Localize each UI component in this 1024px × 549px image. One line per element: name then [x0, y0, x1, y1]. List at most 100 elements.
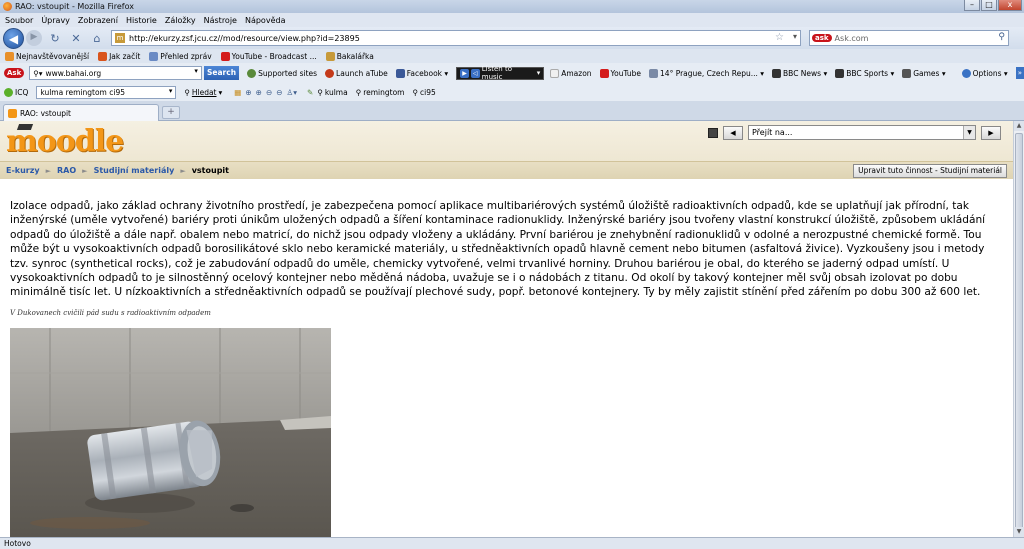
site-favicon: m	[115, 33, 125, 43]
ask-toolbar: Ask ⚲▾ www.bahai.org ▾ Search Supported …	[0, 63, 1024, 83]
person-icon[interactable]: ♙▾	[287, 88, 298, 97]
amazon-button[interactable]: Amazon	[550, 68, 592, 78]
ask-logo[interactable]: Ask	[4, 68, 25, 78]
tab-bar: RAO: vstoupit +	[0, 101, 1024, 121]
resource-text: Izolace odpadů, jako základ ochrany živo…	[10, 200, 986, 299]
jump-to-nav: ◀ Přejít na... ▼ ▶	[708, 125, 1001, 140]
search-button[interactable]: Search	[203, 66, 240, 80]
toolbar-overflow-icon[interactable]: »	[1015, 67, 1024, 79]
home-icon[interactable]: ⌂	[89, 30, 105, 46]
search-icon: ⚲	[184, 87, 190, 97]
menu-historie[interactable]: Historie	[126, 16, 157, 25]
maximize-button[interactable]: □	[981, 0, 997, 11]
bookmark-item[interactable]: Přehled zpráv	[149, 51, 212, 61]
magnifier-icon: ⚲	[355, 87, 362, 97]
zoom-out-icon[interactable]: ⊖	[266, 88, 272, 97]
breadcrumb-separator-icon: ►	[82, 166, 88, 175]
tag-remingtom[interactable]: ⚲ remingtom	[356, 88, 405, 97]
breadcrumb-ekurzy[interactable]: E-kurzy	[6, 166, 40, 175]
bookmark-item[interactable]: YouTube - Broadcast ...	[220, 51, 317, 61]
barrel-photo	[10, 328, 331, 537]
scroll-down-icon[interactable]: ▼	[1014, 527, 1024, 537]
menu-nastroje[interactable]: Nástroje	[204, 16, 237, 25]
edit-activity-button[interactable]: Upravit tuto činnost - Studijní materiál	[853, 164, 1007, 178]
magnifier-icon: ⚲	[317, 87, 323, 97]
chevron-down-icon[interactable]: ▾	[169, 87, 173, 95]
games-icon	[902, 68, 912, 78]
tab-rao-vstoupit[interactable]: RAO: vstoupit	[3, 104, 159, 121]
stop-icon[interactable]: ✕	[68, 30, 84, 46]
zoom-in-icon[interactable]: ⊕	[256, 88, 262, 97]
zoom-in-icon[interactable]: ⊕	[245, 88, 251, 97]
log-icon[interactable]	[708, 127, 718, 138]
next-activity-button[interactable]: ▶	[981, 125, 1001, 140]
url-dropdown-icon[interactable]: ▾	[793, 32, 797, 41]
scroll-up-icon[interactable]: ▲	[1014, 121, 1024, 131]
menu-napoveda[interactable]: Nápověda	[245, 16, 286, 25]
menu-soubor[interactable]: Soubor	[5, 16, 33, 25]
search-icon[interactable]: ⚲	[998, 32, 1005, 42]
supported-sites-button[interactable]: Supported sites	[247, 68, 317, 78]
menu-zalozky[interactable]: Záložky	[165, 16, 196, 25]
play-icon[interactable]: ▶	[460, 68, 469, 78]
pen-icon[interactable]: ✎	[307, 88, 313, 97]
games-button[interactable]: Games ▾	[902, 68, 946, 78]
page-content: moodle ◀ Přejít na... ▼ ▶ E-kurzy ► RAO ►…	[0, 121, 1013, 537]
title-bar: RAO: vstoupit - Mozilla Firefox – □ x	[0, 0, 1024, 13]
facebook-button[interactable]: Facebook ▾	[395, 68, 448, 78]
graduation-cap-icon	[16, 124, 34, 130]
chevron-down-icon[interactable]: ▼	[963, 126, 975, 139]
magnifier-icon: ⚲	[412, 87, 418, 97]
chevron-down-icon[interactable]: ▾	[537, 69, 541, 77]
forward-button[interactable]: ▶	[26, 30, 42, 46]
refresh-icon	[247, 68, 257, 78]
bookmark-star-icon[interactable]: ☆	[775, 32, 784, 43]
bbc-icon	[835, 68, 845, 78]
search-bar[interactable]: ask Ask.com ⚲	[809, 30, 1009, 46]
icq-search-input[interactable]: kulma remingtom ci95 ▾	[36, 85, 177, 99]
new-tab-button[interactable]: +	[162, 106, 180, 119]
breadcrumb-rao[interactable]: RAO	[57, 166, 76, 175]
toolbar-search-input[interactable]: ⚲▾ www.bahai.org ▾	[29, 66, 202, 80]
firefox-window: RAO: vstoupit - Mozilla Firefox – □ x So…	[0, 0, 1024, 549]
youtube-button[interactable]: YouTube	[599, 68, 641, 78]
icq-button[interactable]: ICQ	[4, 87, 28, 97]
previous-activity-button[interactable]: ◀	[723, 125, 743, 140]
weather-button[interactable]: 14° Prague, Czech Repu... ▾	[649, 68, 764, 78]
volume-icon[interactable]: ◁	[470, 68, 480, 78]
close-button[interactable]: x	[998, 0, 1022, 11]
launch-atube-button[interactable]: Launch aTube	[325, 68, 388, 78]
tag-ci95[interactable]: ⚲ ci95	[412, 88, 435, 97]
reload-icon[interactable]: ↻	[47, 30, 63, 46]
scrollbar-thumb[interactable]	[1015, 133, 1023, 533]
gear-icon	[961, 68, 971, 78]
menu-zobrazeni[interactable]: Zobrazení	[78, 16, 118, 25]
bbc-sports-button[interactable]: BBC Sports ▾	[835, 68, 894, 78]
menu-bar: Soubor Úpravy Zobrazení Historie Záložky…	[0, 13, 1024, 27]
bbc-news-button[interactable]: BBC News ▾	[772, 68, 827, 78]
tag-kulma[interactable]: ⚲ kulma	[317, 88, 347, 97]
back-button[interactable]: ◀	[3, 27, 24, 49]
bookmark-item[interactable]: Bakalářka	[325, 51, 374, 61]
bookmark-item[interactable]: Nejnavštěvovanější	[5, 51, 89, 61]
listen-to-music-player[interactable]: ▶ ◁ Listen to music ▾	[456, 65, 545, 81]
highlight-icon[interactable]: ▦	[234, 88, 241, 97]
breadcrumb-studijni-materialy[interactable]: Studijní materiály	[94, 166, 175, 175]
breadcrumb-current: vstoupit	[191, 166, 229, 175]
chevron-down-icon[interactable]: ▾	[219, 88, 223, 97]
hledat-button[interactable]: ⚲ Hledat ▾	[184, 88, 222, 97]
bbc-icon	[772, 68, 782, 78]
url-bar[interactable]: m http://ekurzy.zsf.jcu.cz//mod/resource…	[111, 30, 801, 46]
youtube-icon	[220, 51, 230, 61]
ask-engine-icon[interactable]: ask	[812, 34, 832, 42]
chevron-down-icon[interactable]: ▾	[194, 67, 198, 75]
minimize-button[interactable]: –	[964, 0, 980, 11]
url-text: http://ekurzy.zsf.jcu.cz//mod/resource/v…	[129, 33, 360, 43]
jump-to-select[interactable]: Přejít na... ▼	[748, 125, 976, 140]
options-button[interactable]: Options ▾	[961, 68, 1008, 78]
bookmark-item[interactable]: Jak začít	[98, 51, 140, 61]
menu-upravy[interactable]: Úpravy	[41, 16, 70, 25]
atube-icon	[325, 68, 335, 78]
zoom-out-icon[interactable]: ⊖	[276, 88, 282, 97]
vertical-scrollbar[interactable]: ▲ ▼	[1013, 121, 1024, 537]
